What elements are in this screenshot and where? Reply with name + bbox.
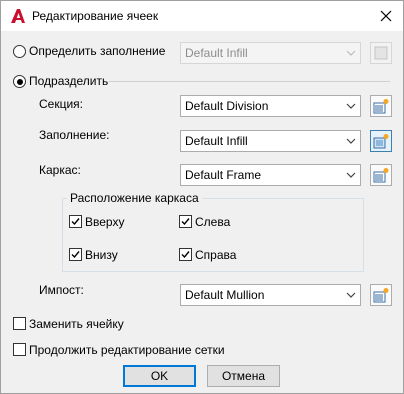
bottom-checkbox[interactable] <box>69 248 82 261</box>
bottom-label: Внизу <box>85 248 118 262</box>
title-bar: Редактирование ячеек <box>1 1 403 31</box>
define-fill-label: Определить заполнение <box>29 44 166 58</box>
section-combo[interactable]: Default Division <box>180 95 361 117</box>
define-fill-radio[interactable] <box>13 45 26 58</box>
frame-style-button[interactable] <box>370 164 392 186</box>
infill-value: Default Infill <box>185 134 248 148</box>
style-manager-icon <box>373 168 389 183</box>
right-label: Справа <box>195 248 237 262</box>
style-manager-icon <box>374 46 388 60</box>
chevron-down-icon <box>342 292 360 298</box>
section-value: Default Division <box>185 99 269 113</box>
top-label: Вверху <box>85 215 125 229</box>
replace-cell-checkbox[interactable] <box>13 317 26 330</box>
continue-edit-label: Продолжить редактирование сетки <box>29 343 225 357</box>
define-fill-value: Default Infill <box>185 46 248 60</box>
ok-button[interactable]: OK <box>123 365 196 387</box>
frame-label: Каркас: <box>39 163 81 177</box>
continue-edit-checkbox[interactable] <box>13 343 26 356</box>
chevron-down-icon <box>342 103 360 109</box>
right-checkbox[interactable] <box>179 248 192 261</box>
infill-combo[interactable]: Default Infill <box>180 130 361 152</box>
define-fill-combo[interactable]: Default Infill <box>180 42 361 64</box>
infill-label: Заполнение: <box>39 128 110 142</box>
close-button[interactable] <box>373 4 399 28</box>
define-fill-style-button[interactable] <box>370 42 392 64</box>
subdivide-separator <box>109 81 390 82</box>
style-manager-icon <box>373 288 389 303</box>
dialog-title: Редактирование ячеек <box>32 9 159 23</box>
mullion-combo[interactable]: Default Mullion <box>180 284 361 306</box>
infill-style-button[interactable] <box>370 130 392 152</box>
subdivide-label: Подразделить <box>29 74 109 88</box>
check-icon <box>71 218 80 226</box>
cancel-button[interactable]: Отмена <box>207 365 280 387</box>
check-icon <box>181 251 190 259</box>
check-icon <box>71 251 80 259</box>
frame-value: Default Frame <box>185 168 262 182</box>
close-icon[interactable] <box>380 10 392 22</box>
mullion-style-button[interactable] <box>370 284 392 306</box>
left-label: Слева <box>195 215 231 229</box>
style-manager-icon <box>373 99 389 114</box>
section-label: Секция: <box>39 97 83 111</box>
section-style-button[interactable] <box>370 95 392 117</box>
chevron-down-icon <box>342 138 360 144</box>
edit-cells-dialog: Редактирование ячеек Определить заполнен… <box>0 0 404 394</box>
left-checkbox[interactable] <box>179 215 192 228</box>
chevron-down-icon <box>342 50 360 56</box>
mullion-value: Default Mullion <box>185 288 265 302</box>
style-manager-icon <box>373 134 389 149</box>
autocad-app-icon <box>10 8 26 24</box>
chevron-down-icon <box>342 172 360 178</box>
frame-combo[interactable]: Default Frame <box>180 164 361 186</box>
check-icon <box>181 218 190 226</box>
mullion-label: Импост: <box>39 283 84 297</box>
subdivide-radio[interactable] <box>13 75 26 88</box>
top-checkbox[interactable] <box>69 215 82 228</box>
replace-cell-label: Заменить ячейку <box>29 317 124 331</box>
frame-location-title: Расположение каркаса <box>67 191 202 205</box>
